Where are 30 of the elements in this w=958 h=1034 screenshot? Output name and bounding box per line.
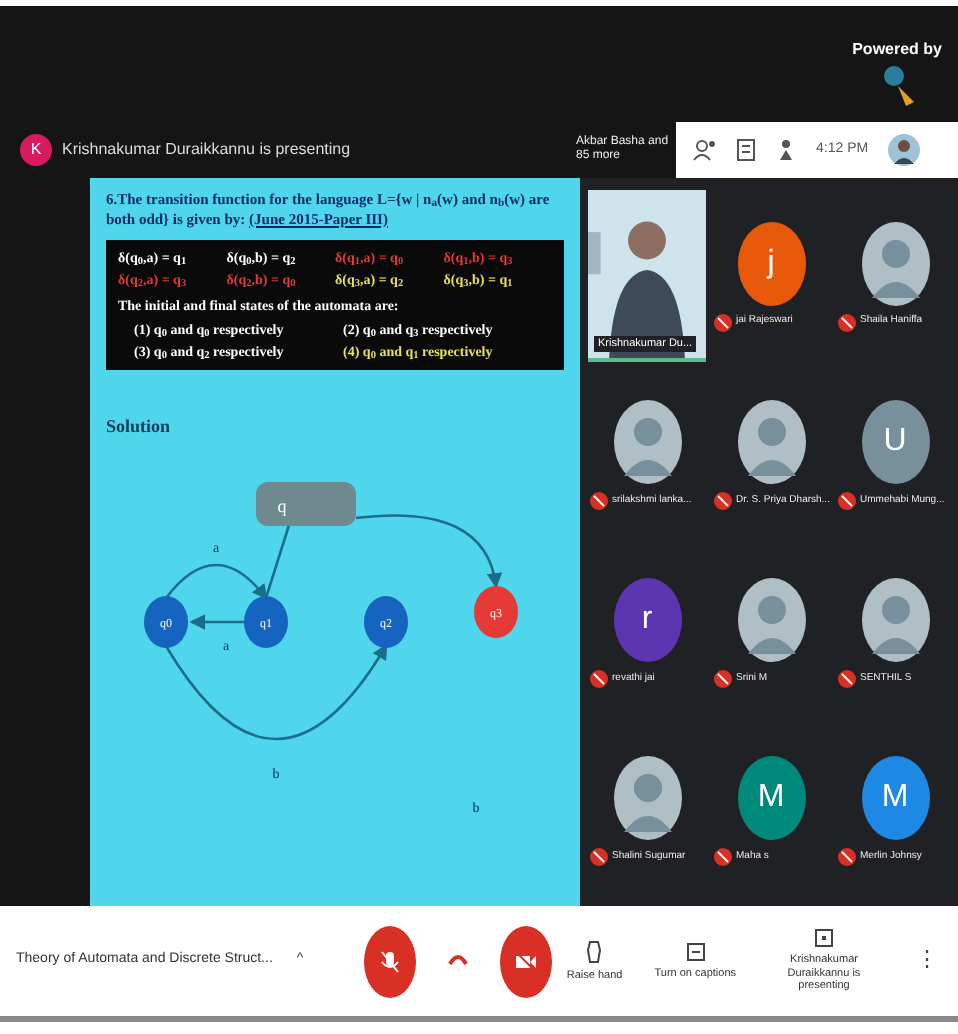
camera-button[interactable] — [499, 925, 552, 997]
chat-icon[interactable] — [736, 138, 756, 162]
user-avatar[interactable] — [888, 134, 921, 166]
participant-avatar — [861, 221, 929, 306]
more-options-button[interactable]: ⋮ — [912, 944, 942, 978]
box-label: q — [277, 495, 287, 515]
present-icon — [814, 928, 834, 949]
microphone-icon — [379, 949, 400, 973]
participant-avatar — [737, 399, 805, 484]
participant-avatar: M — [861, 756, 929, 841]
presenting-text: Krishnakumar Duraikkannu is presenting — [62, 138, 353, 162]
captions-icon — [685, 941, 706, 962]
participant-avatar: U — [861, 399, 929, 484]
participant-avatar — [861, 578, 929, 663]
activities-icon[interactable] — [776, 138, 796, 162]
participant-avatar: M — [737, 756, 805, 841]
participant-avatar — [737, 578, 805, 663]
participant-avatar — [613, 399, 681, 484]
participant-avatar: r — [613, 578, 681, 663]
people-icon[interactable] — [692, 138, 716, 162]
solution-heading: Solution — [106, 414, 173, 440]
participant-avatar — [613, 756, 681, 841]
highlight-box — [256, 481, 356, 525]
phone-icon — [447, 954, 468, 967]
hand-icon — [586, 939, 603, 964]
participant-avatar: j — [737, 221, 805, 306]
powered-by-label: Powered by — [852, 38, 942, 62]
microphone-button[interactable] — [363, 925, 416, 997]
camera-icon — [513, 951, 538, 971]
presenter-avatar: K — [20, 134, 52, 166]
